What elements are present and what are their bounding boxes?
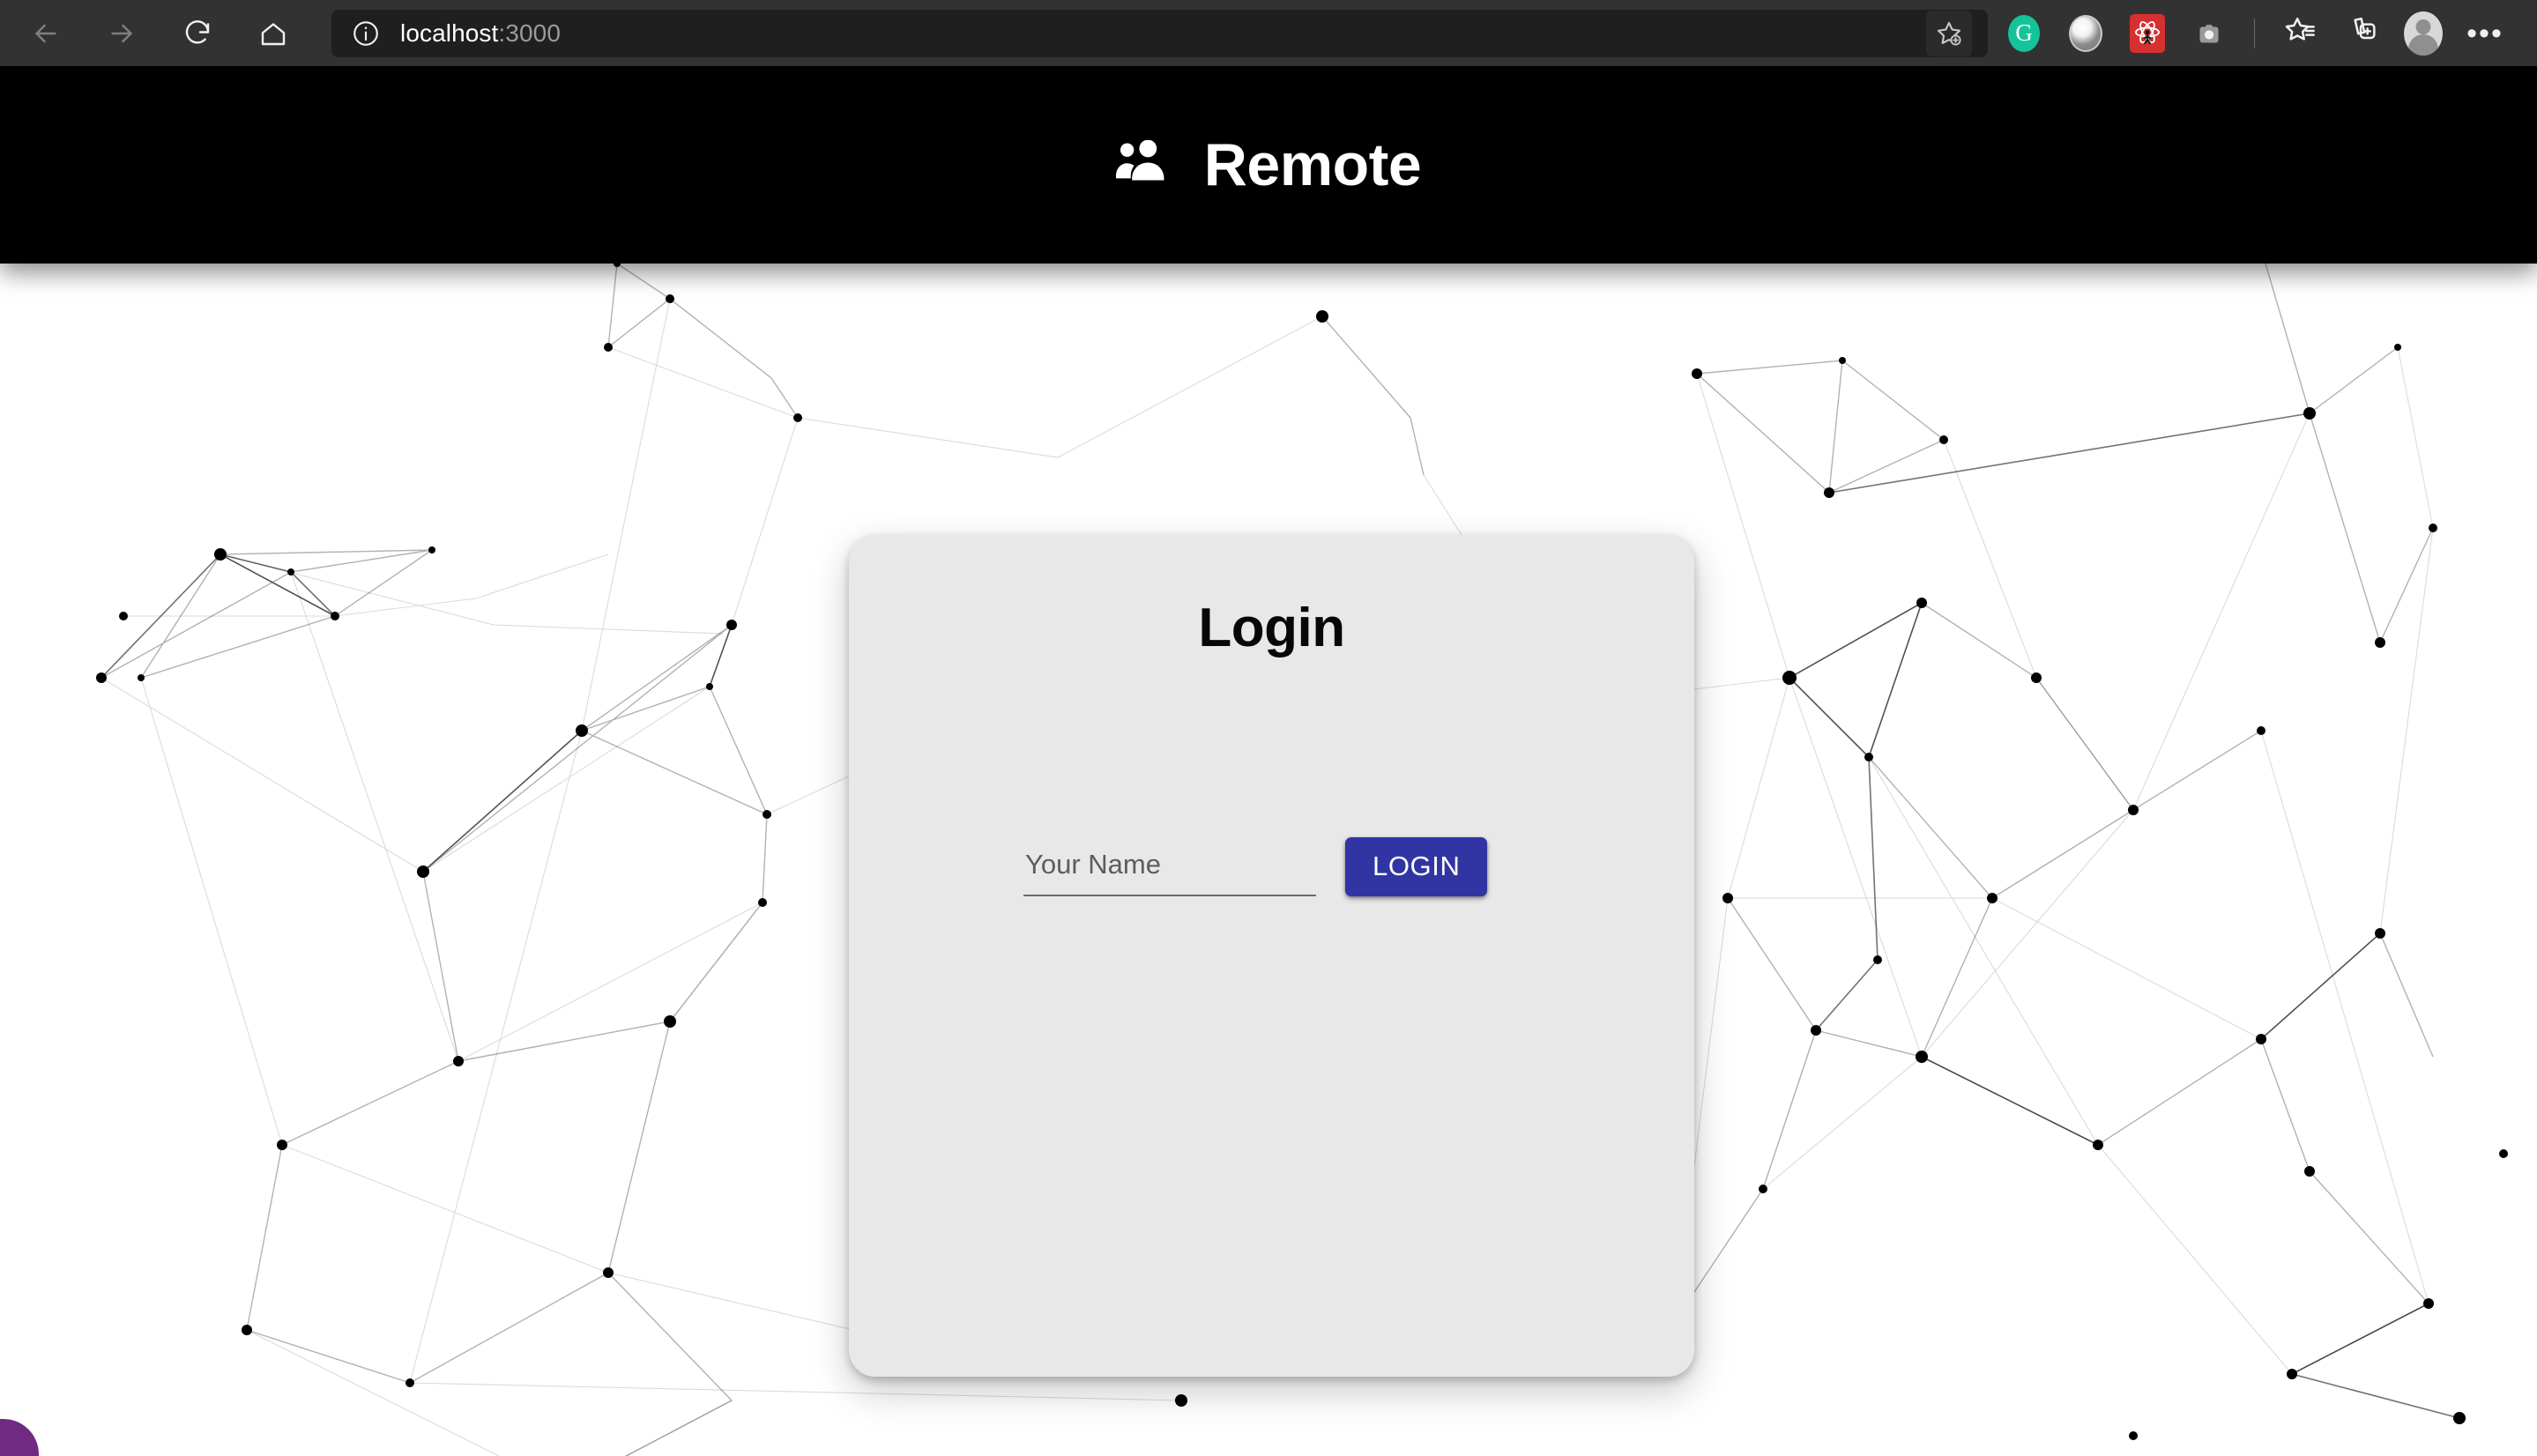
login-card: Login LOGIN [849, 535, 1694, 1377]
app-title: Remote [1203, 131, 1422, 198]
browser-toolbar: localhost:3000 G ••• [0, 0, 2537, 66]
forward-button[interactable] [97, 9, 146, 58]
react-devtools-extension-icon [2130, 13, 2165, 53]
site-info-icon[interactable] [351, 19, 381, 48]
back-button[interactable] [21, 9, 71, 58]
arrow-left-icon [30, 18, 62, 49]
name-input[interactable] [1023, 842, 1316, 896]
screen: localhost:3000 G ••• Remote Login Your N… [0, 0, 2537, 1456]
address-bar-text: localhost:3000 [400, 19, 1926, 48]
login-form: LOGIN [1023, 837, 1488, 896]
login-button[interactable]: LOGIN [1345, 837, 1488, 896]
pocket-extension-button[interactable] [2059, 7, 2112, 60]
app-header: Remote [0, 66, 2537, 264]
collections-button[interactable] [2335, 7, 2388, 60]
home-icon [257, 18, 289, 49]
refresh-button[interactable] [173, 9, 222, 58]
address-bar[interactable]: localhost:3000 [331, 9, 1988, 57]
home-button[interactable] [249, 9, 298, 58]
grammarly-extension-icon: G [2008, 14, 2040, 52]
settings-and-more-button[interactable]: ••• [2459, 7, 2511, 60]
add-favorite-button[interactable] [1926, 10, 1972, 56]
people-group-icon [1115, 139, 1174, 190]
pocket-extension-icon [2069, 14, 2102, 52]
app-brand: Remote [1115, 131, 1422, 198]
screenshot-extension-icon [2193, 15, 2225, 52]
url-port: :3000 [498, 19, 561, 47]
toolbar-divider [2254, 18, 2255, 48]
react-devtools-extension-button[interactable] [2121, 7, 2174, 60]
arrow-right-icon [106, 18, 138, 49]
screenshot-extension-button[interactable] [2183, 7, 2236, 60]
collections-icon [2344, 13, 2379, 53]
avatar [2404, 11, 2443, 56]
favorites-button[interactable] [2273, 7, 2326, 60]
ellipsis-icon: ••• [2466, 16, 2504, 50]
favorites-star-icon [2282, 13, 2318, 53]
refresh-icon [182, 18, 213, 49]
grammarly-extension-button[interactable]: G [1998, 7, 2050, 60]
login-heading: Login [1198, 598, 1345, 658]
web-page: Remote Login LOGIN [0, 66, 2537, 1456]
url-host: localhost [400, 19, 499, 47]
profile-button[interactable] [2397, 7, 2450, 60]
